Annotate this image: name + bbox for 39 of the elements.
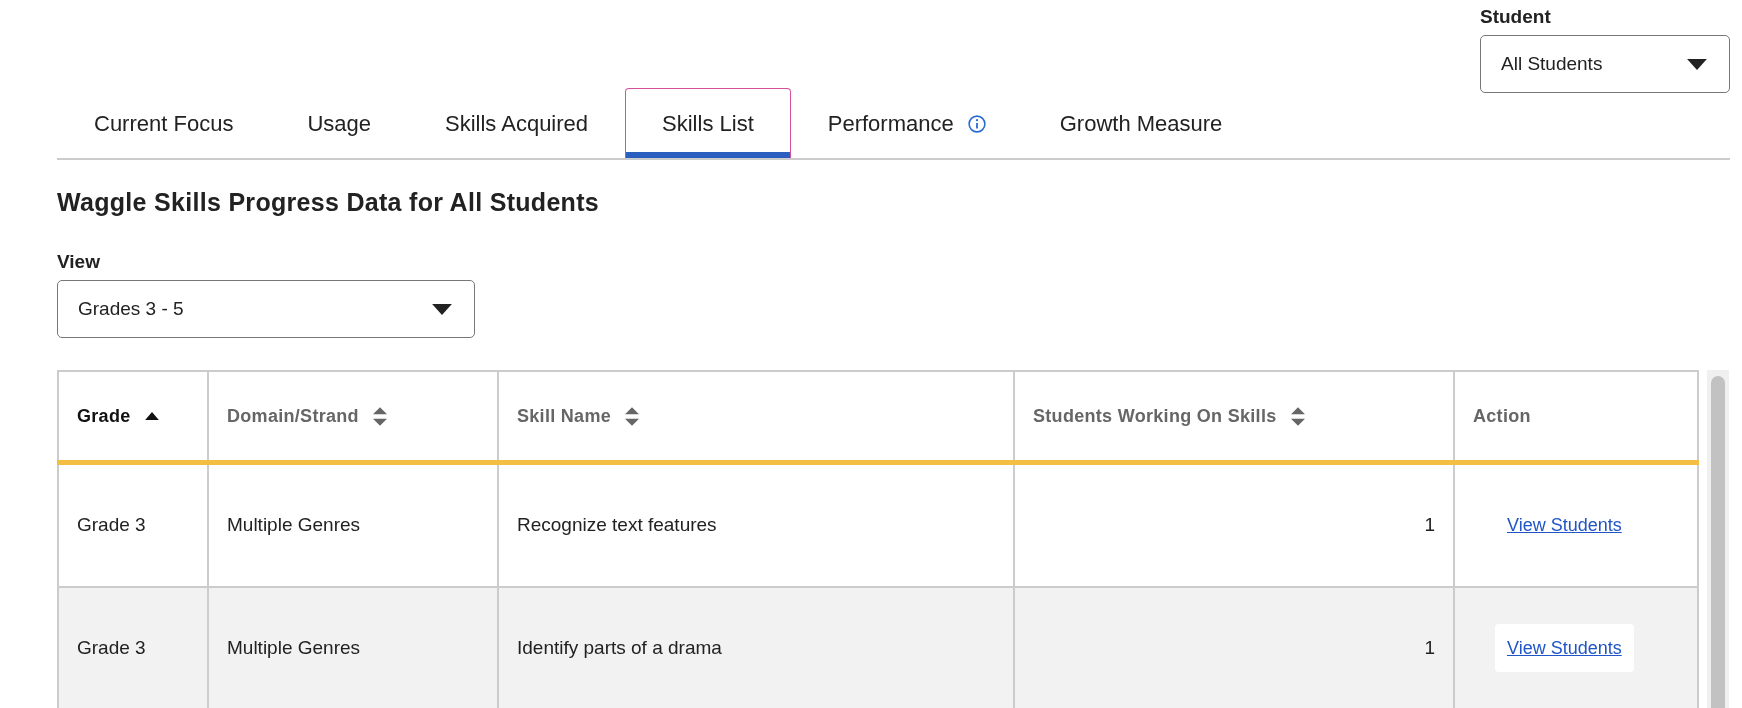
column-header: Skill Name	[517, 405, 612, 427]
table-cell: Grade 3	[77, 636, 146, 658]
header-cell[interactable]: Grade	[58, 371, 208, 463]
header-cell[interactable]: Students Working On Skills	[1014, 371, 1454, 463]
student-label: Student	[1480, 6, 1552, 28]
table-cell: 1	[1424, 514, 1435, 536]
scrollbar[interactable]	[1707, 370, 1729, 708]
view-dropdown[interactable]: Grades 3 - 5	[57, 280, 475, 338]
sort-ascending-icon[interactable]	[144, 412, 159, 420]
column-header: Students Working On Skills	[1033, 405, 1277, 427]
tab[interactable]: Performance	[790, 88, 1023, 158]
header-cell[interactable]: Skill Name	[498, 371, 1014, 463]
view-label: View	[57, 251, 101, 273]
column-header: Domain/Strand	[227, 405, 359, 427]
tab[interactable]: Current Focus	[57, 88, 271, 158]
sort-icon[interactable]	[1290, 406, 1305, 426]
tab[interactable]: Skills Acquired	[408, 88, 626, 158]
table-cell: 1	[1424, 636, 1435, 658]
column-header: Grade	[77, 405, 131, 427]
caret-icon	[1687, 58, 1707, 70]
table-cell: Identify parts of a drama	[517, 636, 722, 658]
sort-icon[interactable]	[372, 406, 387, 426]
table-cell: Grade 3	[77, 514, 146, 536]
tab[interactable]: Skills List	[625, 88, 791, 158]
column-header: Action	[1473, 405, 1531, 427]
caret-icon	[432, 303, 452, 315]
sort-icon[interactable]	[625, 406, 640, 426]
scrollbar-thumb[interactable]	[1711, 376, 1725, 708]
tab[interactable]: Usage	[270, 88, 408, 158]
view-students-link[interactable]: View Students	[1495, 501, 1634, 550]
page-heading: Waggle Skills Progress Data for All Students	[57, 188, 601, 217]
table-cell: Recognize text features	[517, 514, 717, 536]
info-icon	[967, 114, 986, 133]
header-cell[interactable]: Domain/Strand	[208, 371, 498, 463]
tab[interactable]: Growth Measure	[1022, 88, 1260, 158]
view-students-link[interactable]: View Students	[1495, 623, 1634, 672]
table-cell: Multiple Genres	[227, 636, 361, 658]
student-dropdown[interactable]: All Students	[1480, 35, 1730, 93]
table-cell: Multiple Genres	[227, 514, 361, 536]
